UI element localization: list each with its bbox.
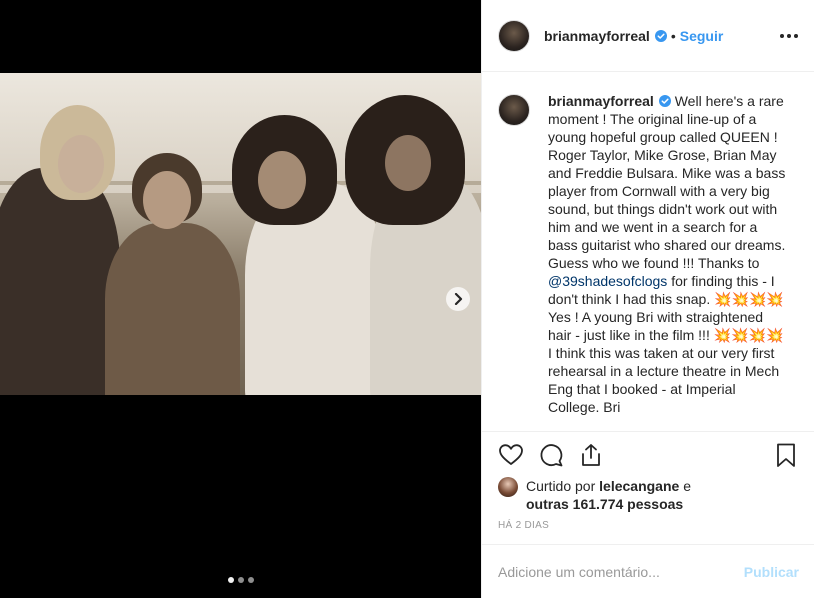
more-icon-dot (787, 33, 791, 38)
comment-bar: Publicar (482, 544, 814, 598)
comment-icon[interactable] (538, 442, 564, 468)
caption-username[interactable]: brianmayforreal (548, 93, 654, 109)
carousel-dot-1 (228, 577, 234, 583)
carousel-indicator (228, 577, 254, 583)
header-separator: • (670, 27, 676, 44)
caption-body-1: Well here's a rare moment ! The original… (548, 93, 786, 271)
author-username[interactable]: brianmayforreal (544, 28, 650, 44)
liker-username[interactable]: lelecangane (599, 478, 679, 494)
comment-input[interactable] (498, 563, 738, 580)
photo-figure-3-face (258, 151, 306, 209)
carousel-next-button[interactable] (446, 287, 470, 311)
caption-avatar[interactable] (498, 94, 530, 126)
share-icon[interactable] (578, 442, 604, 468)
caption-mention-link[interactable]: @39shadesofclogs (548, 273, 667, 289)
post-photo[interactable] (0, 73, 481, 395)
verified-icon (654, 29, 667, 42)
caption-body-4: I think this was taken at our very first… (548, 345, 780, 415)
likes-summary: Curtido por lelecangane e outras 161.774… (498, 477, 798, 513)
caption-emoji-1: 💥💥💥💥 (714, 291, 784, 307)
photo-figure-2 (105, 223, 240, 395)
verified-icon (658, 95, 671, 107)
post-sidebar: brianmayforreal • Seguir brianmayforreal… (481, 0, 814, 598)
carousel-dot-3 (248, 577, 254, 583)
media-pane (0, 0, 481, 598)
photo-figure-1 (0, 168, 120, 395)
likes-count-link[interactable]: outras 161.774 pessoas (526, 496, 683, 512)
follow-button[interactable]: Seguir (680, 28, 724, 44)
author-avatar[interactable] (498, 19, 530, 52)
photo-figure-2-face (143, 171, 191, 229)
photo-figure-4-face (385, 135, 431, 191)
post-header: brianmayforreal • Seguir (482, 0, 814, 72)
more-icon-dot (794, 33, 798, 38)
carousel-dot-2 (238, 577, 244, 583)
post-caption: brianmayforreal Well here's a rare momen… (482, 72, 814, 432)
liked-by-and: e (683, 478, 691, 494)
photo-figure-1-face (58, 135, 104, 193)
chevron-right-icon (454, 293, 463, 305)
liked-by-prefix: Curtido por (526, 478, 596, 494)
caption-emoji-2: 💥💥💥💥 (713, 327, 784, 343)
more-icon (780, 33, 784, 38)
bookmark-icon[interactable] (773, 442, 799, 468)
post-date[interactable]: HÁ 2 DIAS (498, 520, 549, 531)
likes-text: Curtido por lelecangane e outras 161.774… (526, 477, 691, 513)
post-actions (482, 432, 814, 478)
heart-icon[interactable] (498, 442, 524, 468)
liker-avatar[interactable] (498, 477, 518, 497)
more-options-button[interactable] (780, 33, 798, 38)
caption-text: brianmayforreal Well here's a rare momen… (548, 92, 788, 431)
publish-button[interactable]: Publicar (744, 564, 799, 580)
